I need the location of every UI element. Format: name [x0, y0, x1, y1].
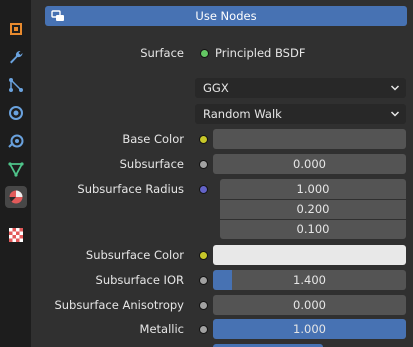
- chevron-down-icon: [390, 78, 400, 104]
- surface-shader-field[interactable]: Principled BSDF: [195, 43, 406, 63]
- subsurface-anisotropy-field[interactable]: 0.000: [213, 295, 406, 315]
- slider-fill: [213, 270, 233, 290]
- subsurface-color-swatch[interactable]: [213, 245, 406, 265]
- vector-socket-icon[interactable]: [199, 185, 208, 194]
- constraints-tab[interactable]: [5, 130, 27, 152]
- subsurface-ior-value: 1.400: [293, 273, 326, 287]
- subsurface-color-label: Subsurface Color: [85, 248, 184, 262]
- base-color-swatch[interactable]: [213, 129, 406, 149]
- float-socket-icon[interactable]: [199, 160, 208, 169]
- subsurface-radius-x-value: 1.000: [296, 182, 330, 196]
- base-color-label: Base Color: [122, 132, 184, 146]
- use-nodes-button[interactable]: Use Nodes: [45, 6, 407, 26]
- use-nodes-label: Use Nodes: [195, 9, 257, 23]
- modifier-tab[interactable]: [5, 46, 27, 68]
- subsurface-radius-z-field[interactable]: 0.100: [220, 220, 406, 239]
- color-socket-icon[interactable]: [199, 135, 208, 144]
- physics-tab[interactable]: [5, 102, 27, 124]
- subsurface-anisotropy-value: 0.000: [293, 298, 326, 312]
- subsurface-value: 0.000: [293, 157, 326, 171]
- subsurface-anisotropy-label: Subsurface Anisotropy: [54, 298, 184, 312]
- subsurface-radius-z-value: 0.100: [296, 222, 330, 236]
- metallic-label: Metallic: [139, 322, 184, 336]
- wrench-icon: [10, 50, 23, 64]
- particles-icon: [9, 78, 23, 92]
- float-socket-icon[interactable]: [199, 301, 208, 310]
- float-socket-icon[interactable]: [199, 325, 208, 334]
- object-tab[interactable]: [5, 18, 27, 40]
- texture-icon: [9, 228, 23, 242]
- subsurface-radius-label: Subsurface Radius: [77, 182, 184, 196]
- color-socket-icon[interactable]: [199, 251, 208, 260]
- subsurface-ior-slider[interactable]: 1.400: [213, 270, 406, 290]
- particles-tab[interactable]: [5, 74, 27, 96]
- object-icon: [10, 23, 22, 35]
- subsurface-radius-x-field[interactable]: 1.000: [220, 179, 406, 199]
- constraints-icon: [8, 134, 24, 148]
- surface-label: Surface: [140, 46, 184, 60]
- data-tab[interactable]: [5, 158, 27, 180]
- subsurface-method-dropdown[interactable]: Random Walk: [195, 104, 406, 124]
- subsurface-field[interactable]: 0.000: [213, 154, 406, 174]
- subsurface-method-value: Random Walk: [203, 107, 282, 121]
- mesh-data-icon: [8, 162, 24, 177]
- node-tree-icon: [51, 9, 65, 26]
- subsurface-radius-y-field[interactable]: 0.200: [220, 200, 406, 219]
- metallic-value: 1.000: [293, 322, 326, 336]
- physics-icon: [9, 106, 23, 120]
- subsurface-label: Subsurface: [119, 157, 184, 171]
- material-tab[interactable]: [5, 186, 27, 208]
- material-icon: [9, 190, 23, 204]
- texture-tab[interactable]: [5, 224, 27, 246]
- metallic-slider[interactable]: 1.000: [213, 319, 406, 339]
- shader-socket-icon: [200, 49, 209, 58]
- distribution-value: GGX: [203, 81, 229, 95]
- material-properties-panel: Use Nodes Surface Principled BSDF GGX Ra…: [31, 0, 413, 347]
- chevron-down-icon: [390, 104, 400, 130]
- distribution-dropdown[interactable]: GGX: [195, 78, 406, 98]
- surface-shader-value: Principled BSDF: [215, 46, 306, 60]
- subsurface-ior-label: Subsurface IOR: [95, 273, 184, 287]
- float-socket-icon[interactable]: [199, 276, 208, 285]
- properties-tab-strip: [0, 0, 31, 347]
- subsurface-radius-y-value: 0.200: [296, 202, 330, 216]
